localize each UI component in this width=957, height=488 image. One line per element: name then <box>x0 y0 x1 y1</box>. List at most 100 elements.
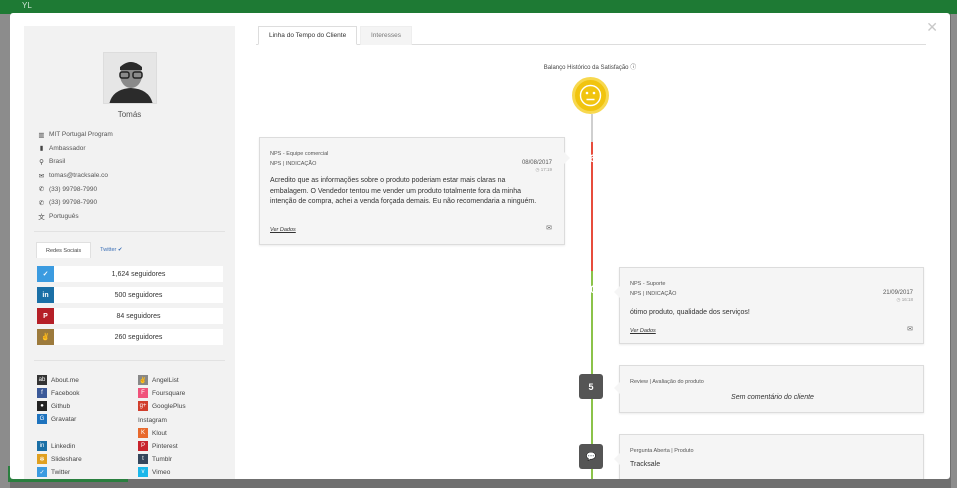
card-title: Pergunta Aberta | Produto <box>630 448 694 454</box>
background-page-right <box>951 14 957 488</box>
view-data-link[interactable]: Ver Dados <box>270 227 296 233</box>
social-link-label: Tumblr <box>152 455 172 463</box>
social-link[interactable]: Instagram <box>138 414 167 426</box>
profile-info-text: Ambassador <box>49 144 86 152</box>
satisfaction-balance-title: Balanço Histórico da Satisfação ⓘ <box>510 62 670 71</box>
social-link-label: Linkedin <box>51 442 76 450</box>
tab-twitter[interactable]: Twitter ✔ <box>91 242 131 258</box>
envelope-icon[interactable]: ✉ <box>546 224 552 232</box>
envelope-icon[interactable]: ✉ <box>907 325 913 333</box>
social-link[interactable]: in Linkedin <box>37 440 75 452</box>
card-time: ◷ 16:18 <box>897 297 913 303</box>
profile-info-row: 文 Português <box>37 210 113 224</box>
social-link-label: Foursquare <box>152 389 186 397</box>
tumblr-icon: t <box>138 454 148 464</box>
profile-info-row: ⚲ Brasil <box>37 155 113 169</box>
profile-info-text: (33) 99798-7990 <box>49 185 98 193</box>
profile-info-text: Brasil <box>49 158 66 166</box>
tab-timeline[interactable]: Linha do Tempo do Cliente <box>258 26 358 45</box>
profile-info-text: (33) 99798-7990 <box>49 199 98 207</box>
building-icon: ▥ <box>38 131 45 139</box>
social-link[interactable]: G Gravatar <box>37 413 76 425</box>
gravatar-icon: G <box>37 414 47 424</box>
twitter-icon: ✓ <box>37 266 54 282</box>
profile-info-text: Português <box>49 212 79 220</box>
card-pointer <box>614 453 620 465</box>
close-icon[interactable]: ✕ <box>926 19 938 36</box>
social-link[interactable]: ✌ AngelList <box>138 374 179 386</box>
avatar <box>103 52 157 104</box>
divider <box>34 231 225 232</box>
social-tabs: Redes Sociais Twitter ✔ <box>36 242 132 258</box>
timeline-card: Pergunta Aberta | Produto Tracksale <box>614 434 924 479</box>
social-link[interactable]: ✻ Slideshare <box>37 453 82 465</box>
social-link-label: Instagram <box>138 416 167 424</box>
facebook-icon: f <box>37 388 47 398</box>
view-data-link[interactable]: Ver Dados <box>630 328 656 334</box>
tab-interests[interactable]: Interesses <box>360 26 412 45</box>
card-time-value: 17:19 <box>540 167 552 172</box>
card-title: Review | Avaliação do produto <box>630 379 704 385</box>
pinterest-icon: P <box>37 308 54 324</box>
language-icon: 文 <box>38 214 45 222</box>
background-header: YL <box>0 0 957 14</box>
card-comment: Acredito que as informações sobre o prod… <box>270 177 537 205</box>
card-date: 08/08/2017 <box>521 160 552 166</box>
angellist-icon: ✌ <box>138 375 148 385</box>
info-icon[interactable]: ⓘ <box>630 65 636 71</box>
linkedin-icon: in <box>37 441 47 451</box>
profile-info-row: ▥ MIT Portugal Program <box>37 128 112 142</box>
twitter-icon: ✓ <box>37 467 47 477</box>
follower-count: 260 seguidores <box>54 329 223 345</box>
social-link[interactable]: g+ GooglePlus <box>138 400 186 412</box>
social-link[interactable]: F Foursquare <box>138 387 185 399</box>
divider <box>34 360 225 361</box>
social-link-label: Pinterest <box>152 442 178 450</box>
card-time: ◷ 17:19 <box>536 167 552 173</box>
profile-info-text: tomas@tracksale.co <box>49 172 108 180</box>
profile-info-row: ▮ Ambassador <box>37 142 113 156</box>
angellist-icon: ✌ <box>37 329 54 345</box>
social-follower-row[interactable]: P 84 seguidores <box>37 308 223 324</box>
score-badge: 5 <box>579 374 603 399</box>
follower-count: 500 seguidores <box>54 287 223 303</box>
social-link-label: Twitter <box>51 468 71 476</box>
profile-info-row: ✉ tomas@tracksale.co <box>37 169 113 183</box>
score-badge: 6 <box>580 146 605 171</box>
satisfaction-balance-label: Balanço Histórico da Satisfação <box>543 65 629 71</box>
social-follower-row[interactable]: ✓ 1,624 seguidores <box>37 266 223 282</box>
social-link-label: Vimeo <box>152 468 171 476</box>
follower-count: 84 seguidores <box>54 308 223 324</box>
envelope-icon: ✉ <box>38 172 45 180</box>
social-link[interactable]: f Facebook <box>37 387 80 399</box>
score-value: 5 <box>588 381 594 392</box>
timeline-line <box>591 114 593 142</box>
card-subtitle: NPS | INDICAÇÃO <box>630 291 677 297</box>
linkedin-icon: in <box>37 287 54 303</box>
github-icon: ● <box>37 401 47 411</box>
timeline-card: Review | Avaliação do produto Sem coment… <box>614 365 924 413</box>
social-follower-row[interactable]: in 500 seguidores <box>37 287 223 303</box>
social-link[interactable]: P Pinterest <box>138 440 178 452</box>
social-link[interactable]: ● Github <box>37 400 70 412</box>
social-link[interactable]: K Klout <box>138 427 167 439</box>
map-pin-icon: ⚲ <box>39 158 44 166</box>
social-link[interactable]: v Vimeo <box>138 466 170 478</box>
social-follower-row[interactable]: ✌ 260 seguidores <box>37 329 223 345</box>
slideshare-icon: ✻ <box>37 454 47 464</box>
card-time-value: 16:18 <box>901 297 913 302</box>
social-link-label: About.me <box>51 376 79 384</box>
social-link-label: Slideshare <box>51 455 82 463</box>
social-link-label: GooglePlus <box>152 402 186 410</box>
card-date: 21/09/2017 <box>882 290 913 296</box>
tab-social-networks[interactable]: Redes Sociais <box>36 242 92 258</box>
social-link[interactable]: ab About.me <box>37 374 79 386</box>
chat-icon: 💬 <box>579 444 603 469</box>
clock-icon: ◷ <box>535 167 540 172</box>
social-link[interactable]: t Tumblr <box>138 453 172 465</box>
foursquare-icon: F <box>138 388 148 398</box>
card-pointer <box>614 286 620 298</box>
social-link[interactable]: ✓ Twitter <box>37 466 70 478</box>
phone-icon: ✆ <box>38 199 45 207</box>
card-title: NPS - Suporte <box>630 281 666 287</box>
